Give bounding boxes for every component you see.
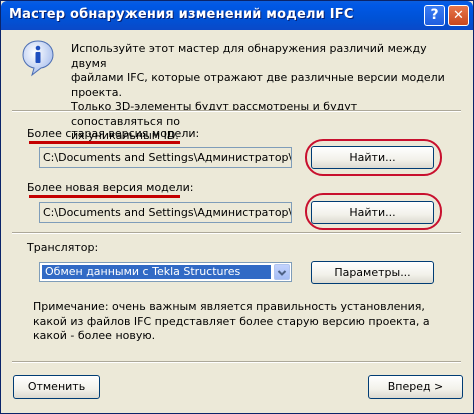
title-bar[interactable]: Мастер обнаружения изменений модели IFC … [1,1,473,30]
close-button[interactable]: ✕ [448,5,469,26]
middle-separator [12,232,461,234]
info-icon [22,40,54,77]
old-model-label-underline [29,141,180,144]
old-model-path-field[interactable]: C:\Documents and Settings\Администратор\… [39,147,292,168]
new-model-find-highlight [305,193,442,230]
help-button[interactable]: ? [424,5,445,26]
translator-label: Транслятор: [27,241,99,254]
cancel-button[interactable]: Отменить [13,375,100,399]
dropdown-arrow-glyph [277,270,287,276]
old-model-find-highlight [305,139,442,176]
note-text: Примечание: очень важным является правил… [33,300,430,342]
top-separator [12,110,461,112]
new-model-label-underline [29,195,180,198]
window-title: Мастер обнаружения изменений модели IFC [9,7,354,22]
old-model-label: Более старая версия модели: [27,127,200,140]
new-model-path-field[interactable]: C:\Documents and Settings\Администратор\… [39,202,292,223]
new-model-label: Более новая версия модели: [27,181,194,194]
chevron-down-icon[interactable] [274,264,290,280]
translator-select[interactable]: Обмен данными с Tekla Structures [39,262,292,282]
parameters-button[interactable]: Параметры... [311,261,434,284]
next-button[interactable]: Вперед > [368,375,463,399]
dialog-window: Мастер обнаружения изменений модели IFC … [0,0,474,414]
translator-selected-value: Обмен данными с Tekla Structures [42,265,271,279]
bottom-separator [12,361,461,363]
